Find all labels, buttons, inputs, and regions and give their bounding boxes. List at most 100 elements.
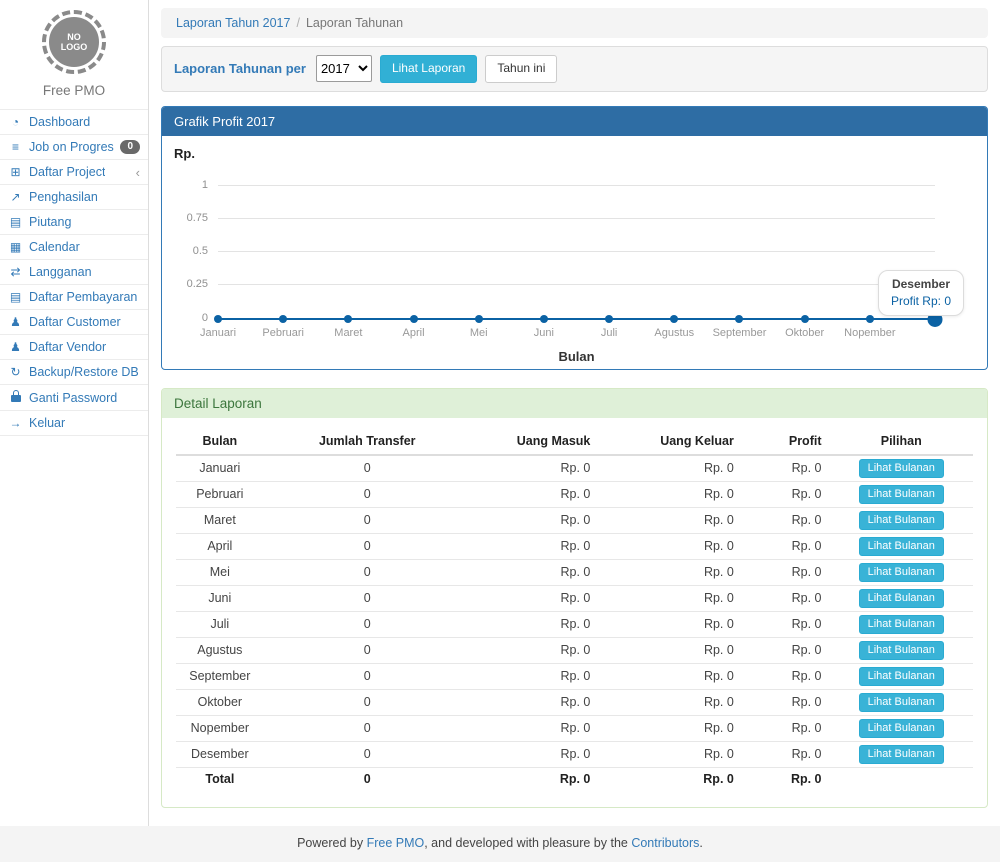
sidebar-item-daftar-pembayaran[interactable]: ▤ Daftar Pembayaran — [0, 285, 148, 310]
data-point-mei[interactable] — [475, 315, 483, 323]
cell-uang-masuk: Rp. 0 — [471, 689, 599, 715]
cell-total-profit: Rp. 0 — [742, 767, 830, 791]
lihat-laporan-button[interactable]: Lihat Laporan — [380, 55, 477, 83]
breadcrumb-link[interactable]: Laporan Tahun 2017 — [176, 16, 290, 30]
retweet-icon: ⇄ — [8, 265, 23, 279]
cell-uang-masuk: Rp. 0 — [471, 481, 599, 507]
sidebar-item-langganan[interactable]: ⇄ Langganan — [0, 260, 148, 285]
cell-bulan: April — [176, 533, 264, 559]
x-tick-label: Nopember — [844, 327, 895, 339]
lihat-bulanan-button[interactable]: Lihat Bulanan — [859, 511, 944, 530]
lihat-bulanan-button[interactable]: Lihat Bulanan — [859, 641, 944, 660]
data-point-januari[interactable] — [214, 315, 222, 323]
lihat-bulanan-button[interactable]: Lihat Bulanan — [859, 589, 944, 608]
dashboard-icon: ◔ — [8, 115, 23, 129]
x-tick-label: Oktober — [785, 327, 824, 339]
x-axis-title: Bulan — [218, 349, 935, 364]
table-row: Januari 0 Rp. 0 Rp. 0 Rp. 0 Lihat Bulana… — [176, 455, 973, 482]
cell-uang-keluar: Rp. 0 — [598, 663, 741, 689]
lihat-bulanan-button[interactable]: Lihat Bulanan — [859, 719, 944, 738]
lihat-bulanan-button[interactable]: Lihat Bulanan — [859, 537, 944, 556]
cell-bulan: Juli — [176, 611, 264, 637]
x-tick-label: Maret — [334, 327, 362, 339]
filter-label: Laporan Tahunan per — [174, 61, 306, 76]
contributors-link[interactable]: Contributors — [631, 836, 699, 850]
lihat-bulanan-button[interactable]: Lihat Bulanan — [859, 615, 944, 634]
lihat-bulanan-button[interactable]: Lihat Bulanan — [859, 693, 944, 712]
sidebar-item-job-on-progress[interactable]: ≡ Job on Progress 0 — [0, 135, 148, 160]
data-point-april[interactable] — [410, 315, 418, 323]
sidebar-item-piutang[interactable]: ▤ Piutang — [0, 210, 148, 235]
col-profit: Profit — [742, 428, 830, 455]
x-axis-labels: JanuariPebruariMaretAprilMeiJuniJuliAgus… — [218, 327, 935, 342]
sidebar-item-penghasilan[interactable]: ↗ Penghasilan — [0, 185, 148, 210]
breadcrumb-separator: / — [296, 16, 299, 30]
lihat-bulanan-button[interactable]: Lihat Bulanan — [859, 667, 944, 686]
lihat-bulanan-button[interactable]: Lihat Bulanan — [859, 563, 944, 582]
cell-bulan: Mei — [176, 559, 264, 585]
lihat-bulanan-button[interactable]: Lihat Bulanan — [859, 485, 944, 504]
year-select[interactable]: 2017 — [316, 55, 372, 82]
free-pmo-link[interactable]: Free PMO — [367, 836, 425, 850]
data-point-oktober[interactable] — [801, 315, 809, 323]
tooltip-month: Desember — [891, 277, 951, 291]
table-row: Juli 0 Rp. 0 Rp. 0 Rp. 0 Lihat Bulanan — [176, 611, 973, 637]
lihat-bulanan-button[interactable]: Lihat Bulanan — [859, 459, 944, 478]
sidebar-item-label: Langganan — [29, 265, 92, 279]
data-point-maret[interactable] — [344, 315, 352, 323]
cell-profit: Rp. 0 — [742, 663, 830, 689]
sidebar-item-label: Backup/Restore DB — [29, 365, 139, 379]
sidebar-item-dashboard[interactable]: ◔ Dashboard — [0, 110, 148, 135]
sidebar-item-ganti-password[interactable]: Ganti Password — [0, 385, 148, 411]
data-point-nopember[interactable] — [866, 315, 874, 323]
tahun-ini-button[interactable]: Tahun ini — [485, 55, 557, 83]
cell-uang-keluar: Rp. 0 — [598, 637, 741, 663]
sidebar-item-label: Keluar — [29, 416, 65, 430]
cell-uang-keluar: Rp. 0 — [598, 715, 741, 741]
y-tick-label: 0.5 — [174, 245, 208, 257]
cell-total-transfer: 0 — [264, 767, 471, 791]
tooltip-value: Profit Rp: 0 — [891, 294, 951, 308]
data-point-agustus[interactable] — [670, 315, 678, 323]
table-row: Maret 0 Rp. 0 Rp. 0 Rp. 0 Lihat Bulanan — [176, 507, 973, 533]
footer-text-suffix: . — [699, 836, 702, 850]
refresh-icon: ↻ — [8, 365, 23, 379]
y-tick-label: 1 — [174, 179, 208, 191]
footer-text-prefix: Powered by — [297, 836, 366, 850]
cell-uang-keluar: Rp. 0 — [598, 585, 741, 611]
cell-profit: Rp. 0 — [742, 715, 830, 741]
sign-out-icon: → — [8, 416, 23, 430]
cell-profit: Rp. 0 — [742, 637, 830, 663]
data-point-september[interactable] — [735, 315, 743, 323]
sidebar-item-daftar-vendor[interactable]: ♟ Daftar Vendor — [0, 335, 148, 360]
gridline — [218, 284, 935, 285]
y-tick-label: 0 — [174, 312, 208, 324]
chart-panel-title: Grafik Profit 2017 — [162, 107, 987, 136]
brand-name: Free PMO — [0, 83, 148, 98]
cell-uang-masuk: Rp. 0 — [471, 715, 599, 741]
data-point-juli[interactable] — [605, 315, 613, 323]
sidebar-item-backup-restore-db[interactable]: ↻ Backup/Restore DB — [0, 360, 148, 385]
sidebar-item-calendar[interactable]: ▦ Calendar — [0, 235, 148, 260]
tasks-icon: ≡ — [8, 140, 23, 154]
cell-bulan: Nopember — [176, 715, 264, 741]
cell-bulan: Oktober — [176, 689, 264, 715]
chart-grid-row: 0.75 — [174, 218, 975, 251]
page-footer: Powered by Free PMO, and developed with … — [0, 826, 1000, 862]
sidebar-item-daftar-project[interactable]: ⊞ Daftar Project ‹ — [0, 160, 148, 185]
data-point-juni[interactable] — [540, 315, 548, 323]
chart-grid-row: 1 — [174, 185, 975, 218]
col-bulan: Bulan — [176, 428, 264, 455]
cell-jumlah-transfer: 0 — [264, 663, 471, 689]
data-point-pebruari[interactable] — [279, 315, 287, 323]
sidebar-item-keluar[interactable]: → Keluar — [0, 411, 148, 436]
cell-profit: Rp. 0 — [742, 507, 830, 533]
lihat-bulanan-button[interactable]: Lihat Bulanan — [859, 745, 944, 764]
breadcrumb-current: Laporan Tahunan — [306, 16, 403, 30]
sidebar-item-daftar-customer[interactable]: ♟ Daftar Customer — [0, 310, 148, 335]
cell-total-masuk: Rp. 0 — [471, 767, 599, 791]
cell-uang-keluar: Rp. 0 — [598, 507, 741, 533]
detail-report-panel: Detail Laporan Bulan Jumlah Transfer Uan… — [161, 388, 988, 809]
chart-grid-row: 0.25 — [174, 284, 975, 317]
cell-profit: Rp. 0 — [742, 481, 830, 507]
